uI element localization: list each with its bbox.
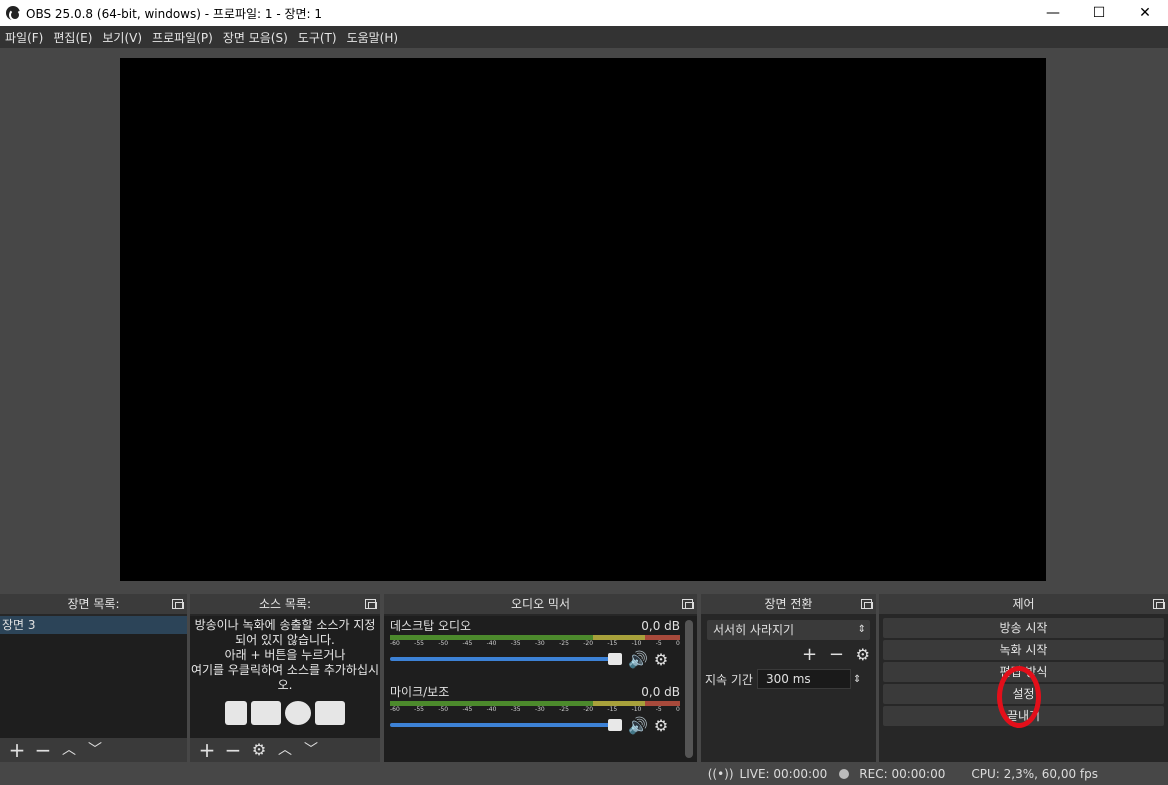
transitions-dock-title: 장면 전환 [701, 594, 876, 614]
add-source-icon[interactable]: + [194, 738, 220, 762]
start-streaming-button[interactable]: 방송 시작 [883, 618, 1164, 638]
undock-icon[interactable] [365, 599, 377, 609]
move-up-icon[interactable]: ︿ [56, 738, 82, 762]
scenes-list[interactable]: 장면 3 [0, 616, 187, 738]
duration-label: 지속 기간 [705, 672, 753, 687]
controls-dock-title: 제어 [879, 594, 1168, 614]
browser-icon [285, 701, 311, 725]
transitions-body: 서서히 사라지기 ⇕ + − ⚙ 지속 기간 300 ms ⇕ [701, 616, 876, 762]
undock-icon[interactable] [682, 599, 694, 609]
maximize-button[interactable]: ☐ [1076, 0, 1122, 26]
cpu-fps: CPU: 2,3%, 60,00 fps [971, 766, 1098, 781]
source-type-icons [190, 701, 380, 725]
rec-timer: REC: 00:00:00 [859, 766, 946, 781]
menu-help[interactable]: 도움말(H) [342, 29, 404, 46]
sources-list[interactable]: 방송이나 녹화에 송출할 소스가 지정되어 있지 않습니다. 아래 + 버튼을 … [190, 616, 380, 738]
channel-name: 데스크탑 오디오 [390, 619, 472, 633]
mixer-body: 데스크탑 오디오 0,0 dB -60 -55 -50 -45 -40 -35 -30 -25… [384, 616, 697, 762]
transition-select-value: 서서히 사라지기 [713, 623, 795, 637]
title-bar: OBS 25.0.8 (64-bit, windows) - 프로파일: 1 -… [0, 0, 1168, 26]
undock-icon[interactable] [172, 599, 184, 609]
duration-field[interactable]: 300 ms [756, 669, 851, 689]
broadcast-icon: ((•)) [707, 766, 734, 781]
display-icon [251, 701, 281, 725]
move-down-icon[interactable]: ﹀ [298, 738, 324, 762]
annotation-circle [997, 666, 1041, 728]
mixer-channel: 데스크탑 오디오 0,0 dB -60 -55 -50 -45 -40 -35 -30 -25… [384, 618, 697, 670]
remove-scene-icon[interactable]: − [30, 738, 56, 762]
image-icon [225, 701, 247, 725]
remove-transition-icon[interactable]: − [829, 644, 844, 665]
sources-dock-title: 소스 목록: [190, 594, 380, 614]
camera-icon [315, 701, 345, 725]
slider-handle[interactable] [608, 719, 622, 731]
minimize-button[interactable]: — [1030, 0, 1076, 26]
menu-scene-collection[interactable]: 장면 모음(S) [218, 29, 293, 46]
duration-row: 지속 기간 300 ms ⇕ [705, 669, 876, 689]
obs-logo-icon [6, 6, 21, 21]
speaker-icon[interactable]: 🔊 [628, 650, 648, 669]
preview-canvas[interactable] [120, 58, 1046, 581]
channel-level: 0,0 dB [641, 619, 680, 633]
record-dot-icon [839, 768, 850, 779]
menu-tools[interactable]: 도구(T) [293, 29, 342, 46]
menu-edit[interactable]: 편집(E) [48, 29, 97, 46]
scenes-toolbar: + − ︿ ﹀ [0, 738, 187, 762]
meter-ticks: -60 -55 -50 -45 -40 -35 -30 -25 -20 -15 -10 -5 0 [390, 706, 680, 713]
scenes-dock: 장면 목록: 장면 3 + − ︿ ﹀ [0, 594, 187, 762]
duration-value: 300 ms [765, 672, 811, 686]
list-item[interactable]: 장면 3 [0, 616, 187, 634]
mixer-title: 오디오 믹서 [510, 597, 570, 611]
sources-dock: 소스 목록: 방송이나 녹화에 송출할 소스가 지정되어 있지 않습니다. 아래… [190, 594, 380, 762]
gear-icon[interactable]: ⚙ [856, 645, 870, 664]
gear-icon[interactable]: ⚙ [654, 650, 668, 669]
channel-name: 마이크/보조 [390, 685, 450, 699]
close-button[interactable]: ✕ [1122, 0, 1168, 26]
undock-icon[interactable] [861, 599, 873, 609]
sources-toolbar: + − ⚙ ︿ ﹀ [190, 738, 380, 762]
sources-title: 소스 목록: [258, 597, 312, 611]
transitions-dock: 장면 전환 서서히 사라지기 ⇕ + − ⚙ 지속 기간 300 ms ⇕ [701, 594, 876, 762]
transition-select[interactable]: 서서히 사라지기 ⇕ [707, 620, 870, 640]
live-timer: LIVE: 00:00:00 [739, 766, 828, 781]
mixer-dock-title: 오디오 믹서 [384, 594, 697, 614]
gear-icon[interactable]: ⚙ [246, 738, 272, 762]
chevron-updown-icon: ⇕ [857, 624, 866, 635]
scenes-title: 장면 목록: [67, 597, 120, 611]
status-bar: ((•)) LIVE: 00:00:00 REC: 00:00:00 CPU: … [0, 762, 1168, 785]
undock-icon[interactable] [1153, 599, 1165, 609]
audio-mixer-dock: 오디오 믹서 데스크탑 오디오 0,0 dB -60 -55 -50 -45 -40 -3… [384, 594, 697, 762]
menu-file[interactable]: 파일(F) [0, 29, 48, 46]
scenes-dock-title: 장면 목록: [0, 594, 187, 614]
add-transition-icon[interactable]: + [802, 644, 817, 665]
speaker-icon[interactable]: 🔊 [628, 716, 648, 735]
channel-level: 0,0 dB [641, 685, 680, 699]
volume-slider[interactable] [390, 653, 622, 665]
window-title: OBS 25.0.8 (64-bit, windows) - 프로파일: 1 -… [26, 6, 323, 21]
remove-source-icon[interactable]: − [220, 738, 246, 762]
window-controls: — ☐ ✕ [1030, 0, 1168, 26]
meter-ticks: -60 -55 -50 -45 -40 -35 -30 -25 -20 -15 -10 -5 0 [390, 640, 680, 647]
mixer-channel: 마이크/보조 0,0 dB -60 -55 -50 -45 -40 -35 -30 -25 -2… [384, 684, 697, 736]
menu-bar: 파일(F) 편집(E) 보기(V) 프로파일(P) 장면 모음(S) 도구(T)… [0, 26, 1168, 48]
sources-empty-message: 방송이나 녹화에 송출할 소스가 지정되어 있지 않습니다. 아래 + 버튼을 … [190, 618, 380, 692]
volume-slider[interactable] [390, 719, 622, 731]
mixer-scrollbar[interactable] [685, 620, 693, 758]
gear-icon[interactable]: ⚙ [654, 716, 668, 735]
move-up-icon[interactable]: ︿ [272, 738, 298, 762]
menu-profile[interactable]: 프로파일(P) [147, 29, 218, 46]
slider-handle[interactable] [608, 653, 622, 665]
add-scene-icon[interactable]: + [4, 738, 30, 762]
move-down-icon[interactable]: ﹀ [82, 738, 108, 762]
transitions-title: 장면 전환 [764, 597, 813, 611]
controls-title: 제어 [1012, 597, 1035, 611]
menu-view[interactable]: 보기(V) [97, 29, 147, 46]
transition-toolbar: + − ⚙ [701, 644, 876, 665]
spinner-icon[interactable]: ⇕ [853, 674, 861, 685]
start-recording-button[interactable]: 녹화 시작 [883, 640, 1164, 660]
